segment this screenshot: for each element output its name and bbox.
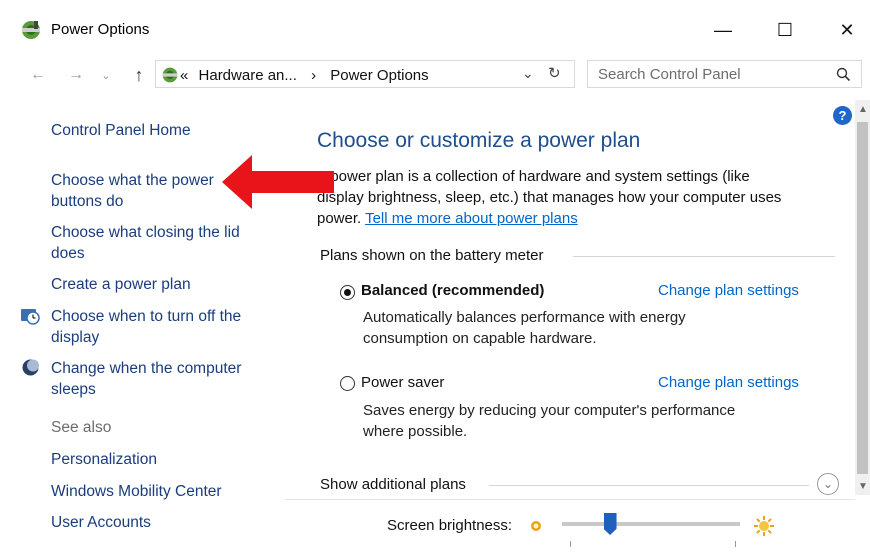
title-bar: Power Options — ☐ ✕ — [0, 0, 870, 58]
power-saver-change-settings-link[interactable]: Change plan settings — [658, 374, 799, 391]
bright-sun-icon — [754, 516, 774, 536]
breadcrumb-separator: › — [311, 67, 317, 84]
dim-sun-icon — [531, 521, 541, 531]
show-additional-plans-label[interactable]: Show additional plans — [320, 476, 466, 493]
additional-plans-divider — [489, 485, 809, 486]
link-line: Create a power plan — [51, 276, 191, 293]
tell-me-more-link[interactable]: Tell me more about power plans — [365, 210, 578, 227]
breadcrumb-power-options[interactable]: Power Options — [330, 67, 428, 84]
breadcrumb-prefix[interactable]: « — [180, 67, 188, 84]
link-line: Change when the computer — [51, 360, 242, 377]
navigation-bar: ← → ⌄ ↑ « Hardware an... › Power Options… — [0, 58, 870, 92]
power-options-icon — [22, 21, 40, 39]
screen-brightness-label: Screen brightness: — [387, 517, 513, 534]
plans-section-label: Plans shown on the battery meter — [320, 247, 544, 264]
address-dropdown-icon[interactable]: ⌄ — [522, 65, 534, 82]
balanced-radio[interactable] — [340, 285, 355, 300]
brightness-slider-thumb[interactable] — [603, 513, 617, 535]
user-accounts-link[interactable]: User Accounts — [51, 512, 271, 533]
scroll-down-icon[interactable]: ▼ — [858, 481, 868, 492]
slider-tick — [570, 541, 571, 547]
link-line: Choose what closing the lid — [51, 224, 240, 241]
section-divider — [573, 256, 835, 257]
description-line: display brightness, sleep, etc.) that ma… — [317, 189, 782, 206]
power-saver-plan-name[interactable]: Power saver — [361, 374, 444, 391]
page-title: Choose or customize a power plan — [317, 129, 641, 152]
brightness-slider-track[interactable] — [562, 522, 740, 526]
create-power-plan-link[interactable]: Create a power plan — [51, 274, 271, 295]
address-bar[interactable]: « Hardware an... › Power Options ⌄ ↻ — [155, 60, 575, 88]
sleep-moon-icon — [22, 359, 39, 376]
link-line: does — [51, 245, 85, 262]
recent-locations-chevron-icon[interactable]: ⌄ — [97, 58, 115, 92]
maximize-button[interactable]: ☐ — [762, 10, 808, 50]
power-plan-description: A power plan is a collection of hardware… — [317, 166, 842, 229]
link-line: Choose when to turn off the — [51, 308, 242, 325]
link-line: sleeps — [51, 381, 96, 398]
balanced-change-settings-link[interactable]: Change plan settings — [658, 282, 799, 299]
up-arrow-icon[interactable]: ↑ — [128, 58, 150, 92]
display-clock-icon — [21, 309, 40, 325]
expand-chevron-icon[interactable]: ⌄ — [817, 473, 839, 495]
search-input[interactable] — [596, 65, 830, 84]
breadcrumb-hardware[interactable]: Hardware an... — [199, 67, 297, 84]
choose-lid-close-link[interactable]: Choose what closing the lid does — [51, 222, 271, 264]
back-icon[interactable]: ← — [24, 58, 52, 92]
bottom-divider — [285, 499, 855, 500]
description-line: power. Tell me more about power plans — [317, 208, 842, 229]
link-line: display — [51, 329, 100, 346]
power-saver-plan-description: Saves energy by reducing your computer's… — [363, 402, 736, 440]
personalization-link[interactable]: Personalization — [51, 449, 271, 470]
see-also-heading: See also — [51, 419, 112, 436]
turn-off-display-link[interactable]: Choose when to turn off the display — [51, 306, 271, 348]
help-icon[interactable]: ? — [833, 106, 852, 125]
scrollbar-thumb[interactable] — [857, 122, 868, 474]
close-button[interactable]: ✕ — [824, 10, 870, 50]
control-panel-home-link[interactable]: Control Panel Home — [51, 120, 271, 141]
slider-tick — [735, 541, 736, 547]
computer-sleeps-link[interactable]: Change when the computer sleeps — [51, 358, 271, 400]
window-title: Power Options — [51, 21, 150, 38]
minimize-button[interactable]: — — [700, 10, 746, 50]
forward-icon[interactable]: → — [62, 58, 90, 92]
scroll-up-icon[interactable]: ▲ — [858, 104, 868, 115]
balanced-plan-name[interactable]: Balanced (recommended) — [361, 282, 544, 299]
search-icon[interactable] — [836, 67, 851, 82]
balanced-plan-description: Automatically balances performance with … — [363, 309, 686, 347]
breadcrumb: « Hardware an... › Power Options — [180, 67, 429, 84]
power-saver-radio[interactable] — [340, 376, 355, 391]
description-prefix: power. — [317, 210, 366, 227]
windows-mobility-center-link[interactable]: Windows Mobility Center — [51, 481, 271, 502]
description-line: A power plan is a collection of hardware… — [317, 168, 750, 185]
red-arrow-annotation — [222, 155, 334, 209]
refresh-icon[interactable]: ↻ — [548, 64, 561, 82]
control-panel-icon — [162, 67, 178, 83]
search-box[interactable] — [587, 60, 862, 88]
